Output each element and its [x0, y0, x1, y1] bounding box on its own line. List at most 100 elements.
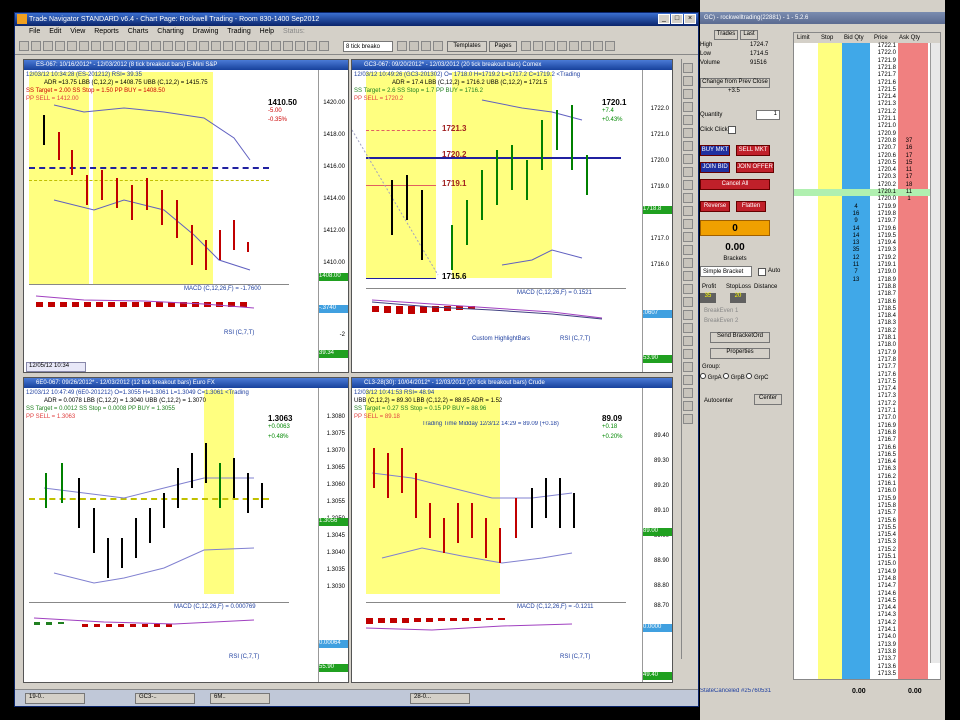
dom-row[interactable]: 1715.6 — [794, 518, 940, 525]
draw-tool-icon[interactable] — [683, 141, 693, 151]
group-b-radio[interactable] — [723, 373, 730, 379]
draw-tool-icon[interactable] — [683, 310, 693, 320]
dom-row[interactable]: 1717.8 — [794, 357, 940, 364]
tool-icon[interactable] — [211, 41, 221, 51]
dom-row[interactable]: 1721.6 — [794, 80, 940, 87]
draw-tool-icon[interactable] — [683, 375, 693, 385]
tool-icon[interactable] — [175, 41, 185, 51]
draw-tool-icon[interactable] — [683, 193, 693, 203]
dom-row[interactable]: 1715.7 — [794, 510, 940, 517]
dom-row[interactable]: 1722.1 — [794, 43, 940, 50]
dom-row[interactable]: 1720.7 16 — [794, 145, 940, 152]
dom-row[interactable]: 1717.0 — [794, 415, 940, 422]
tool-icon[interactable] — [43, 41, 53, 51]
dom-scrollbar[interactable] — [930, 43, 940, 663]
dom-row[interactable]: 9 1719.7 — [794, 218, 940, 225]
menu-reports[interactable]: Reports — [94, 28, 119, 35]
draw-tool-icon[interactable] — [683, 349, 693, 359]
draw-tool-icon[interactable] — [683, 245, 693, 255]
tab-last[interactable]: Last — [740, 30, 758, 40]
menu-drawing[interactable]: Drawing — [193, 28, 219, 35]
tool-icon[interactable] — [569, 41, 579, 51]
dom-row[interactable]: 1716.4 — [794, 459, 940, 466]
dom-row[interactable]: 1714.2 — [794, 620, 940, 627]
tool-icon[interactable] — [593, 41, 603, 51]
tab-trades[interactable]: Trades — [714, 30, 738, 40]
tool-icon[interactable] — [319, 41, 329, 51]
dom-row[interactable]: 1718.1 — [794, 335, 940, 342]
center-button[interactable]: Center — [754, 394, 782, 405]
draw-tool-icon[interactable] — [683, 89, 693, 99]
dom-row[interactable]: 1715.3 — [794, 539, 940, 546]
menu-view[interactable]: View — [70, 28, 85, 35]
draw-tool-icon[interactable] — [683, 323, 693, 333]
dom-row[interactable]: 1717.4 — [794, 386, 940, 393]
dom-row[interactable]: 1720.2 18 — [794, 182, 940, 189]
dom-row[interactable]: 35 1719.3 — [794, 247, 940, 254]
tool-icon[interactable] — [295, 41, 305, 51]
dom-row[interactable]: 1718.0 — [794, 342, 940, 349]
minimized-chart-tab[interactable]: 6M.. — [210, 693, 270, 704]
tool-icon[interactable] — [433, 41, 443, 51]
dom-row[interactable]: 1716.1 — [794, 481, 940, 488]
dom-row[interactable]: 1721.7 — [794, 72, 940, 79]
dom-row[interactable]: 1714.5 — [794, 598, 940, 605]
dom-row[interactable]: 1717.9 — [794, 350, 940, 357]
draw-tool-icon[interactable] — [683, 232, 693, 242]
dom-row[interactable]: 1715.2 — [794, 547, 940, 554]
dom-row[interactable]: 1714.0 — [794, 634, 940, 641]
dom-row[interactable]: 14 1719.6 — [794, 226, 940, 233]
dom-row[interactable]: 13 1719.4 — [794, 240, 940, 247]
properties-button[interactable]: Properties — [710, 348, 770, 359]
chart-window-cl[interactable]: CL3-28(30): 10/04/2012* - 12/03/2012 (20… — [351, 377, 673, 683]
stoploss-input[interactable]: 20 — [730, 293, 746, 303]
auto-checkbox[interactable] — [758, 268, 766, 276]
cancel-all-button[interactable]: Cancel All — [700, 179, 770, 190]
tool-icon[interactable] — [55, 41, 65, 51]
dom-row[interactable]: 1720.0 1 — [794, 196, 940, 203]
chart-window-es[interactable]: ES-067: 10/16/2012* - 12/03/2012 (8 tick… — [23, 59, 349, 373]
group-a-radio[interactable] — [700, 373, 706, 379]
tool-icon[interactable] — [521, 41, 531, 51]
menu-help[interactable]: Help — [260, 28, 274, 35]
flatten-button[interactable]: Flatten — [736, 201, 766, 212]
autocenter-label[interactable]: Autocenter — [704, 398, 733, 404]
minimized-chart-tab[interactable]: 28-0... — [410, 693, 470, 704]
dom-row[interactable]: 1718.5 — [794, 306, 940, 313]
tool-icon[interactable] — [103, 41, 113, 51]
templates-button[interactable]: Templates — [447, 41, 487, 52]
dom-row[interactable]: 1721.9 — [794, 58, 940, 65]
draw-tool-icon[interactable] — [683, 180, 693, 190]
dom-row[interactable]: 1717.2 — [794, 401, 940, 408]
tool-icon[interactable] — [397, 41, 407, 51]
dom-row[interactable]: 1722.0 — [794, 50, 940, 57]
dom-row[interactable]: 1721.0 — [794, 123, 940, 130]
dom-row[interactable]: 1721.2 — [794, 109, 940, 116]
draw-tool-icon[interactable] — [683, 297, 693, 307]
dom-row[interactable]: 1721.4 — [794, 94, 940, 101]
join-offer-button[interactable]: JOIN OFFER — [736, 162, 774, 173]
dom-row[interactable]: 1716.3 — [794, 466, 940, 473]
join-bid-button[interactable]: JOIN BID — [700, 162, 730, 173]
dom-row[interactable]: 1714.9 — [794, 569, 940, 576]
draw-tool-icon[interactable] — [683, 63, 693, 73]
dom-row[interactable]: 1716.9 — [794, 423, 940, 430]
tool-icon[interactable] — [79, 41, 89, 51]
dom-row[interactable]: 1718.7 — [794, 291, 940, 298]
dom-ladder[interactable]: Limit Stop Bid Qty Price Ask Qty 1722.1 1… — [793, 32, 941, 680]
dom-row[interactable]: 1718.2 — [794, 328, 940, 335]
draw-tool-icon[interactable] — [683, 362, 693, 372]
dom-row[interactable]: 1718.8 — [794, 284, 940, 291]
dom-row[interactable]: 1720.4 11 — [794, 167, 940, 174]
dom-row[interactable]: 1715.0 — [794, 561, 940, 568]
menu-charting[interactable]: Charting — [157, 28, 183, 35]
change-from-prev-close-button[interactable]: Change from Prev Close — [700, 78, 770, 88]
maximize-button[interactable]: □ — [671, 14, 683, 24]
dom-row[interactable]: 12 1719.2 — [794, 255, 940, 262]
dom-row[interactable]: 1716.5 — [794, 452, 940, 459]
tool-icon[interactable] — [557, 41, 567, 51]
dom-row[interactable]: 1720.6 17 — [794, 153, 940, 160]
draw-tool-icon[interactable] — [683, 167, 693, 177]
pages-button[interactable]: Pages — [489, 41, 517, 52]
dom-row[interactable]: 1718.3 — [794, 320, 940, 327]
